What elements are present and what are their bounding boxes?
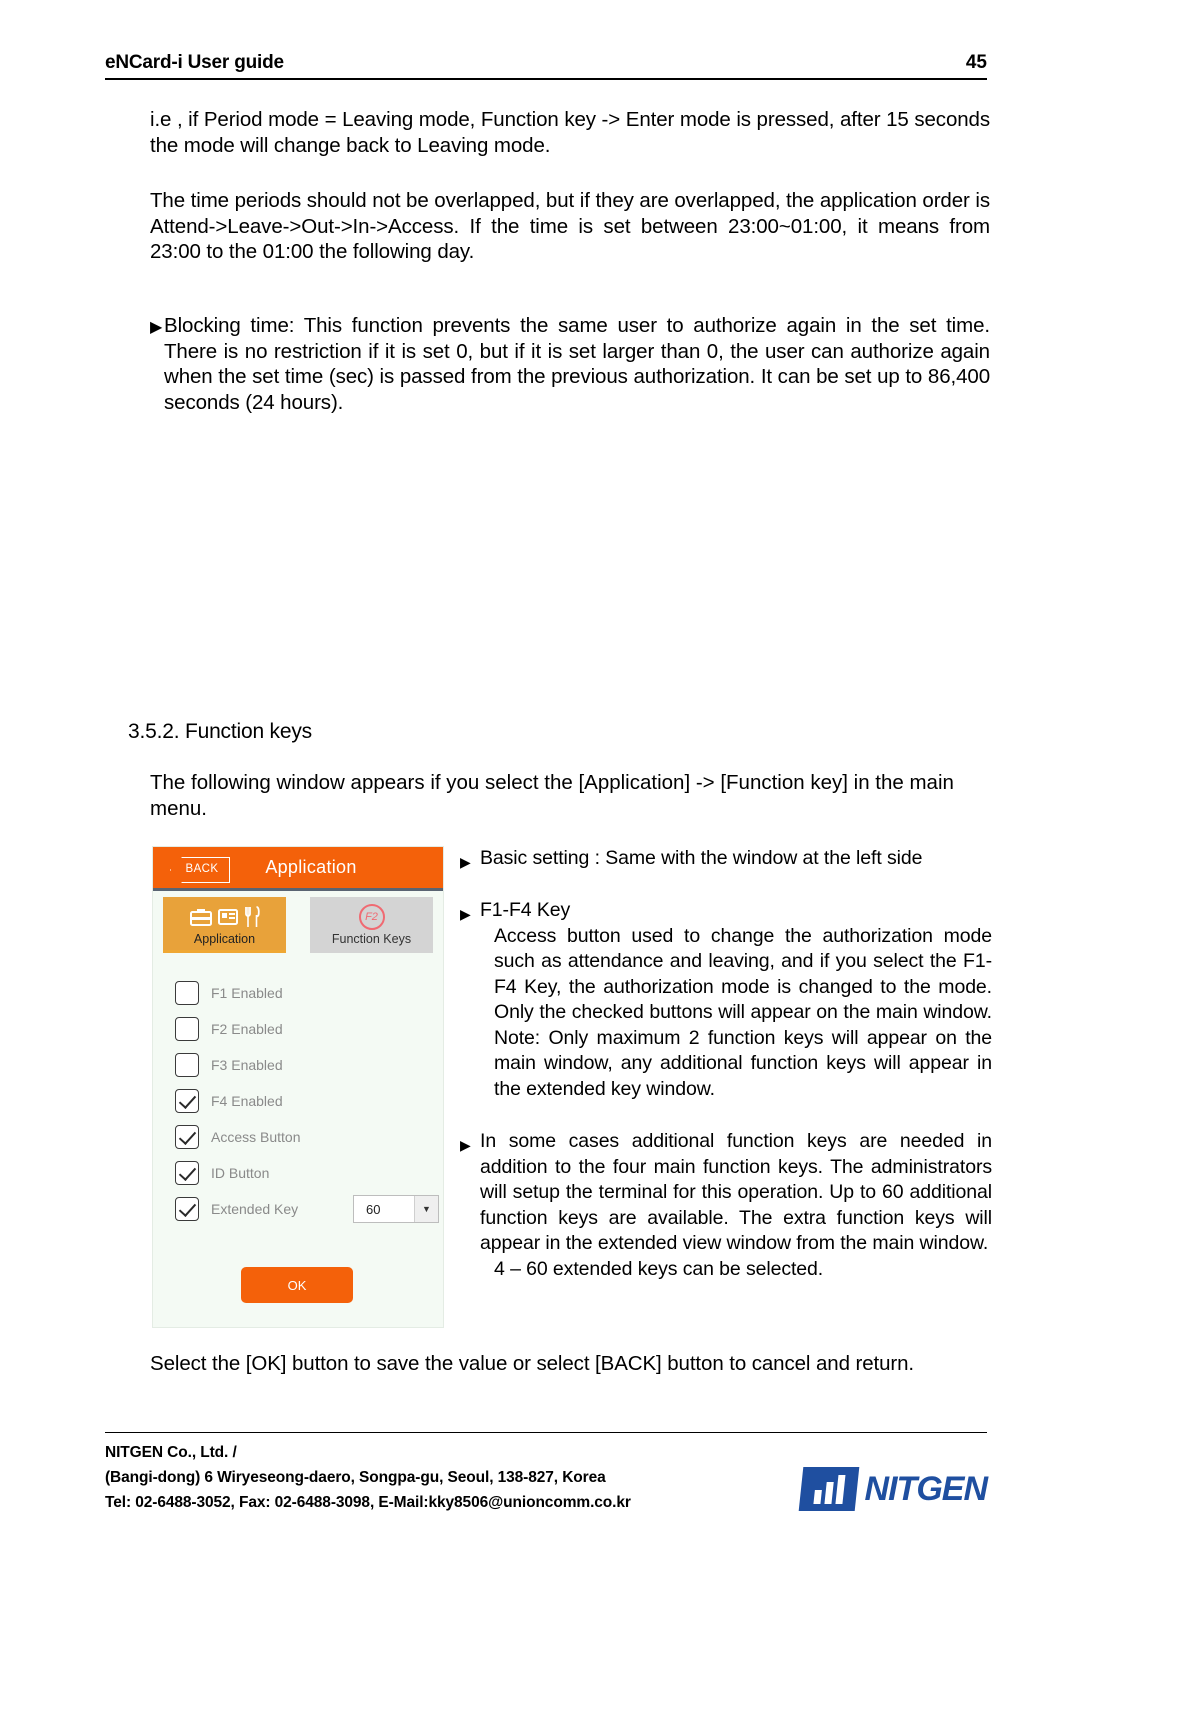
footer-address-block: NITGEN Co., Ltd. / (Bangi-dong) 6 Wiryes… — [105, 1440, 631, 1515]
triangle-bullet-icon: ▶ — [460, 906, 471, 922]
tab-application-icons — [189, 904, 260, 930]
checkbox-row-f2[interactable]: F2 Enabled — [175, 1011, 443, 1047]
tab-function-keys[interactable]: F2 Function Keys — [310, 897, 433, 953]
note-additional-keys-body: In some cases additional function keys a… — [480, 1130, 992, 1254]
section-intro-paragraph: The following window appears if you sele… — [150, 771, 954, 820]
tab-function-keys-icons: F2 — [358, 904, 385, 930]
checkbox-list: F1 Enabled F2 Enabled F3 Enabled F4 Enab… — [153, 953, 443, 1227]
checkbox-f4-label: F4 Enabled — [211, 1093, 283, 1109]
note-basic-setting-text: Basic setting : Same with the window at … — [480, 847, 923, 869]
note-additional-keys-last-line: 4 – 60 extended keys can be selected. — [494, 1257, 824, 1280]
checkbox-row-f3[interactable]: F3 Enabled — [175, 1047, 443, 1083]
checkbox-row-f4[interactable]: F4 Enabled — [175, 1083, 443, 1119]
checkbox-access-button[interactable] — [175, 1125, 199, 1149]
nitgen-logo-text: NITGEN — [864, 1469, 988, 1508]
checkbox-extended-key-label: Extended Key — [211, 1201, 299, 1217]
f2-key-icon: F2 — [358, 904, 385, 930]
device-header-bar: BACK Application — [153, 847, 443, 891]
note-f1-f4-body: Access button used to change the authori… — [494, 924, 992, 1100]
page-footer: NITGEN Co., Ltd. / (Bangi-dong) 6 Wiryes… — [105, 1440, 988, 1515]
tab-application[interactable]: Application — [163, 897, 286, 953]
footer-address-line: (Bangi-dong) 6 Wiryeseong-daero, Songpa-… — [105, 1469, 606, 1486]
document-page: eNCard-i User guide 45 i.e , if Period m… — [0, 0, 1197, 1710]
triangle-bullet-icon: ▶ — [150, 319, 163, 336]
triangle-bullet-icon: ▶ — [460, 854, 471, 870]
triangle-bullet-icon: ▶ — [460, 1137, 471, 1153]
bullet-blocking-time: ▶ Blocking time: This function prevents … — [150, 313, 990, 415]
closing-sentence: Select the [OK] button to save the value… — [150, 1352, 915, 1375]
briefcase-icon — [189, 909, 212, 926]
checkbox-f2-label: F2 Enabled — [211, 1021, 283, 1037]
note-f1-f4-key: ▶ F1-F4 Key Access button used to change… — [460, 898, 992, 1102]
checkbox-f3-label: F3 Enabled — [211, 1057, 283, 1073]
checkbox-f1-label: F1 Enabled — [211, 985, 283, 1001]
checkbox-f1-enabled[interactable] — [175, 981, 199, 1005]
logo-bar-1 — [812, 1490, 821, 1504]
checkbox-extended-key[interactable] — [175, 1197, 199, 1221]
checkbox-id-button-label: ID Button — [211, 1165, 270, 1181]
note-additional-keys: ▶ In some cases additional function keys… — [460, 1129, 992, 1282]
nitgen-logo-mark-icon — [798, 1467, 859, 1511]
checkbox-f2-enabled[interactable] — [175, 1017, 199, 1041]
paragraph-time-periods: The time periods should not be overlappe… — [150, 189, 990, 263]
tab-function-keys-label: Function Keys — [331, 932, 412, 946]
extended-key-count-select[interactable]: 60 ▼ — [353, 1195, 439, 1223]
id-card-icon — [217, 909, 238, 925]
section-heading: 3.5.2. Function keys — [128, 720, 312, 743]
checkbox-row-access-button[interactable]: Access Button — [175, 1119, 443, 1155]
cutlery-icon — [244, 906, 260, 927]
checkbox-row-id-button[interactable]: ID Button — [175, 1155, 443, 1191]
extended-key-count-value: 60 — [366, 1201, 381, 1217]
back-button[interactable]: BACK — [170, 857, 228, 881]
footer-contact-line: Tel: 02-6488-3052, Fax: 02-6488-3098, E-… — [105, 1494, 631, 1511]
checkbox-access-button-label: Access Button — [211, 1129, 301, 1145]
checkbox-id-button[interactable] — [175, 1161, 199, 1185]
running-header: eNCard-i User guide 45 — [105, 52, 987, 80]
paragraph-period-mode: i.e , if Period mode = Leaving mode, Fun… — [150, 108, 990, 157]
note-basic-setting: ▶ Basic setting : Same with the window a… — [460, 846, 992, 872]
checkbox-f4-enabled[interactable] — [175, 1089, 199, 1113]
device-tab-bar: Application F2 Function Keys — [153, 891, 443, 953]
footer-divider — [105, 1432, 987, 1433]
document-title: eNCard-i User guide — [105, 52, 284, 73]
logo-bar-3 — [834, 1475, 845, 1504]
checkbox-f3-enabled[interactable] — [175, 1053, 199, 1077]
ok-button[interactable]: OK — [241, 1267, 353, 1303]
page-number: 45 — [965, 52, 987, 73]
checkbox-row-f1[interactable]: F1 Enabled — [175, 975, 443, 1011]
logo-bar-2 — [823, 1482, 833, 1504]
footer-company-line: NITGEN Co., Ltd. / — [105, 1444, 237, 1461]
bullet-blocking-time-text: Blocking time: This function prevents th… — [164, 314, 990, 414]
chevron-down-icon[interactable]: ▼ — [414, 1196, 438, 1222]
device-screenshot-mockup: BACK Application Application F2 Function… — [152, 846, 444, 1328]
checkbox-row-extended-key[interactable]: Extended Key 60 ▼ — [175, 1191, 443, 1227]
tab-application-label: Application — [193, 932, 256, 946]
note-f1-f4-title: F1-F4 Key — [480, 899, 571, 921]
nitgen-logo: NITGEN — [798, 1467, 988, 1515]
